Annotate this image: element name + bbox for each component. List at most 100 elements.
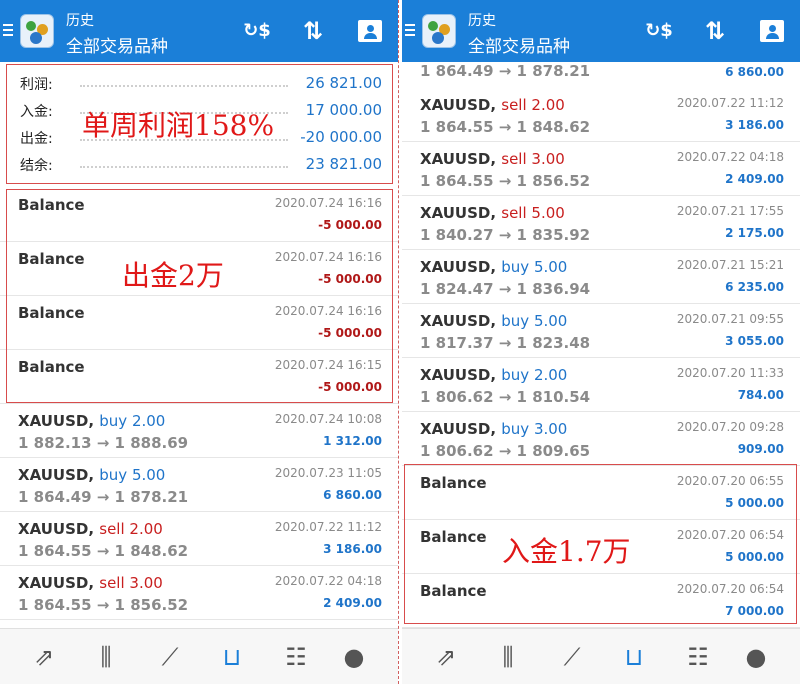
- sort-icon[interactable]: ⇅: [698, 14, 732, 48]
- trade-icon[interactable]: ⟋: [552, 637, 592, 677]
- deal-prices: 1 882.13 → 1 888.69: [18, 434, 189, 452]
- deal-row[interactable]: XAUUSD, buy 5.00 1 817.37 → 1 823.48 2020.…: [402, 304, 800, 358]
- history-icon[interactable]: ⊔: [614, 637, 654, 677]
- deal-symbol: Balance: [18, 304, 85, 322]
- deal-symbol: XAUUSD, sell 2.00: [420, 96, 565, 114]
- trade-icon[interactable]: ⟋: [150, 637, 190, 677]
- deal-symbol: Balance: [420, 474, 487, 492]
- deal-symbol: XAUUSD, buy 5.00: [18, 466, 165, 484]
- deal-time: 2020.07.21 09:55: [676, 312, 784, 326]
- chart-icon[interactable]: ⫼: [488, 637, 528, 677]
- deal-time: 2020.07.24 16:16: [274, 304, 382, 318]
- symbol-name: Balance: [420, 582, 487, 600]
- deal-row[interactable]: XAUUSD, buy 3.00 1 806.62 → 1 809.65 2020.…: [402, 412, 800, 466]
- summary-value: 17 000.00: [305, 101, 382, 119]
- deal-profit: 1 312.00: [323, 434, 382, 448]
- deal-prices: 1 817.37 → 1 823.48: [420, 334, 591, 352]
- deal-action: buy 2.00: [501, 366, 568, 384]
- deal-time: 2020.07.20 06:55: [676, 474, 784, 488]
- symbol-name: XAUUSD,: [420, 366, 497, 384]
- chart-icon[interactable]: ⫼: [86, 637, 126, 677]
- deal-profit: 6 860.00: [725, 65, 784, 79]
- deal-time: 2020.07.24 10:08: [274, 412, 382, 426]
- quotes-icon[interactable]: ⇗: [24, 637, 64, 677]
- currency-icon[interactable]: ↻$: [642, 14, 676, 48]
- calendar-icon[interactable]: [755, 14, 789, 48]
- right-panel: 1 864.49 → 1 878.21 6 860.00 XAUUSD, sel…: [402, 0, 800, 684]
- deal-time: 2020.07.22 04:18: [676, 150, 784, 164]
- chat-icon[interactable]: ●: [736, 637, 776, 677]
- summary-value: -20 000.00: [300, 128, 382, 146]
- deal-row[interactable]: XAUUSD, sell 5.00 1 840.27 → 1 835.92 2020…: [402, 196, 800, 250]
- deal-profit: -5 000.00: [318, 326, 382, 340]
- menu-icon[interactable]: [405, 24, 415, 39]
- symbol-filter[interactable]: 全部交易品种: [468, 32, 570, 57]
- deal-profit: 5 000.00: [725, 496, 784, 510]
- balance-row[interactable]: Balance 2020.07.20 06:55 5 000.00: [402, 466, 800, 520]
- header: 历史 全部交易品种 ↻$ ⇅: [0, 0, 398, 62]
- deal-action: buy 5.00: [501, 258, 568, 276]
- deal-prices: 1 806.62 → 1 810.54: [420, 388, 591, 406]
- deal-action: sell 3.00: [99, 574, 163, 592]
- deal-symbol: XAUUSD, buy 2.00: [420, 366, 567, 384]
- history-icon[interactable]: ⊔: [212, 637, 252, 677]
- deal-profit: 2 175.00: [725, 226, 784, 240]
- calendar-icon[interactable]: [353, 14, 387, 48]
- menu-icon[interactable]: [3, 24, 13, 39]
- deal-row[interactable]: XAUUSD, sell 3.00 1 864.55 → 1 856.52 2020…: [0, 566, 398, 620]
- deal-profit: 3 055.00: [725, 334, 784, 348]
- symbol-name: Balance: [18, 358, 85, 376]
- symbol-name: XAUUSD,: [18, 466, 95, 484]
- symbol-name: Balance: [420, 474, 487, 492]
- deal-time: 2020.07.24 16:15: [274, 358, 382, 372]
- deal-row[interactable]: XAUUSD, sell 2.00 1 864.55 → 1 848.62 2020…: [0, 512, 398, 566]
- deal-time: 2020.07.20 06:54: [676, 528, 784, 542]
- symbol-name: XAUUSD,: [18, 574, 95, 592]
- deal-time: 2020.07.20 09:28: [676, 420, 784, 434]
- deal-profit: 3 186.00: [323, 542, 382, 556]
- deal-profit: 2 409.00: [323, 596, 382, 610]
- deal-symbol: Balance: [18, 250, 85, 268]
- symbol-name: XAUUSD,: [420, 150, 497, 168]
- deal-action: sell 5.00: [501, 204, 565, 222]
- deal-prices: 1 824.47 → 1 836.94: [420, 280, 591, 298]
- deal-action: sell 3.00: [501, 150, 565, 168]
- deal-symbol: XAUUSD, sell 3.00: [18, 574, 163, 592]
- symbol-name: Balance: [18, 250, 85, 268]
- symbol-filter[interactable]: 全部交易品种: [66, 32, 168, 57]
- summary-label: 利润:: [20, 77, 53, 93]
- bottom-nav: ⇗ ⫼ ⟋ ⊔ ☷ ●: [0, 628, 398, 684]
- balance-row[interactable]: Balance 2020.07.24 16:15 -5 000.00: [0, 350, 398, 404]
- deal-action: sell 2.00: [501, 96, 565, 114]
- symbol-name: XAUUSD,: [420, 96, 497, 114]
- currency-icon[interactable]: ↻$: [240, 14, 274, 48]
- deal-profit: 6 235.00: [725, 280, 784, 294]
- deal-prices: 1 864.55 → 1 856.52: [420, 172, 591, 190]
- bottom-nav: ⇗ ⫼ ⟋ ⊔ ☷ ●: [402, 628, 800, 684]
- news-icon[interactable]: ☷: [276, 637, 316, 677]
- chat-icon[interactable]: ●: [334, 637, 374, 677]
- summary-label: 出金:: [20, 131, 53, 147]
- news-icon[interactable]: ☷: [678, 637, 718, 677]
- left-panel: 历史 全部交易品种 ↻$ ⇅ 利润: 26 821.00 入金: 17 000.…: [0, 0, 398, 684]
- deal-row[interactable]: XAUUSD, buy 5.00 1 824.47 → 1 836.94 2020.…: [402, 250, 800, 304]
- deal-action: buy 5.00: [501, 312, 568, 330]
- balance-row[interactable]: Balance 2020.07.20 06:54 7 000.00: [402, 574, 800, 628]
- deal-time: 2020.07.21 15:21: [676, 258, 784, 272]
- deal-row[interactable]: XAUUSD, buy 5.00 1 864.49 → 1 878.21 2020.…: [0, 458, 398, 512]
- deal-prices: 1 864.49 → 1 878.21: [18, 488, 189, 506]
- deal-symbol: XAUUSD, buy 5.00: [420, 312, 567, 330]
- balance-row[interactable]: Balance 2020.07.24 16:16 -5 000.00: [0, 296, 398, 350]
- deal-prices: 1 864.55 → 1 848.62: [18, 542, 189, 560]
- deal-row[interactable]: XAUUSD, buy 2.00 1 882.13 → 1 888.69 2020.…: [0, 404, 398, 458]
- page-title: 历史: [66, 13, 94, 29]
- header: 历史 全部交易品种 ↻$ ⇅: [402, 0, 800, 62]
- deal-action: buy 2.00: [99, 412, 166, 430]
- quotes-icon[interactable]: ⇗: [426, 637, 466, 677]
- sort-icon[interactable]: ⇅: [296, 14, 330, 48]
- deal-row[interactable]: XAUUSD, sell 2.00 1 864.55 → 1 848.62 2020…: [402, 88, 800, 142]
- deal-row[interactable]: XAUUSD, sell 3.00 1 864.55 → 1 856.52 2020…: [402, 142, 800, 196]
- balance-row[interactable]: Balance 2020.07.24 16:16 -5 000.00: [0, 188, 398, 242]
- symbol-name: XAUUSD,: [18, 412, 95, 430]
- deal-row[interactable]: XAUUSD, buy 2.00 1 806.62 → 1 810.54 2020.…: [402, 358, 800, 412]
